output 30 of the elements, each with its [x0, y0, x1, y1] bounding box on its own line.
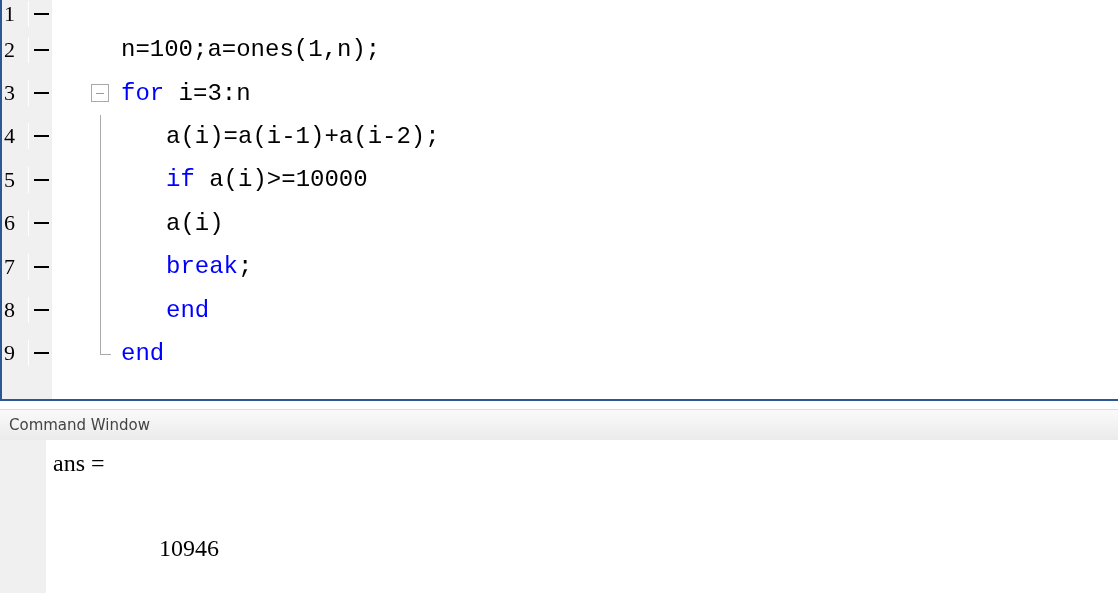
code-line: n=100;a=ones(1,n); — [120, 36, 381, 64]
breakpoint-dash[interactable] — [33, 48, 49, 51]
breakpoint-dash[interactable] — [33, 178, 49, 181]
breakpoint-dash[interactable] — [33, 135, 49, 138]
code-line: if a(i)>=10000 — [165, 166, 368, 194]
breakpoint-dash[interactable] — [33, 13, 49, 15]
breakpoint-dash[interactable] — [33, 222, 49, 225]
breakpoint-dash[interactable] — [33, 309, 49, 312]
output-text: 10946 — [159, 535, 219, 561]
breakpoint-dash[interactable] — [33, 92, 49, 95]
line-number: 6 — [2, 210, 29, 237]
line-number: 4 — [2, 123, 29, 150]
code-line: end — [120, 339, 165, 367]
code-line: for i=3:n — [120, 79, 251, 107]
breakpoint-dash[interactable] — [33, 265, 49, 268]
code-line: a(i) — [165, 209, 224, 237]
collapse-icon[interactable] — [91, 84, 109, 103]
line-number: 9 — [2, 340, 29, 367]
breakpoint-dash[interactable] — [33, 352, 49, 355]
output-text: ans = — [53, 450, 105, 476]
code-line: end — [165, 296, 210, 324]
code-line: a(i)=a(i-1)+a(i-2); — [165, 122, 440, 150]
line-number: 8 — [2, 297, 29, 324]
code-line: break; — [165, 253, 253, 281]
line-number: 1 — [2, 1, 29, 27]
line-number: 7 — [2, 253, 29, 280]
line-number: 2 — [2, 36, 29, 63]
line-number: 3 — [2, 80, 29, 107]
panel-title: Command Window — [9, 416, 150, 434]
line-number: 5 — [2, 166, 29, 193]
